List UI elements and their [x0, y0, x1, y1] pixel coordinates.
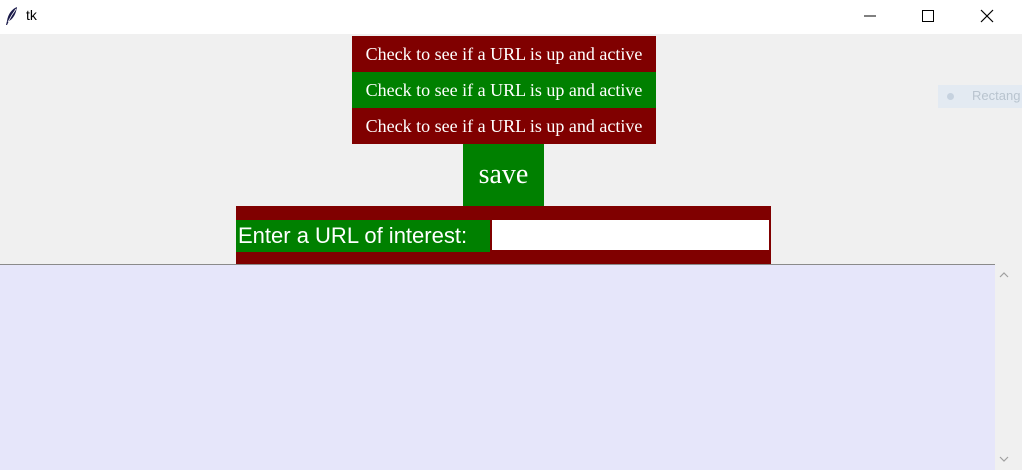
output-text-area[interactable] — [0, 264, 995, 470]
window-title: tk — [26, 7, 37, 23]
scroll-up-button[interactable] — [995, 266, 1013, 284]
minimize-icon — [864, 15, 876, 17]
close-button[interactable] — [958, 0, 1016, 32]
dot-icon — [947, 93, 954, 100]
chevron-up-icon — [999, 272, 1009, 278]
maximize-icon — [922, 10, 934, 22]
maximize-button[interactable] — [899, 0, 957, 32]
overlay-label: Rectang — [972, 88, 1021, 103]
save-button[interactable]: save — [463, 144, 544, 206]
check-url-button-2[interactable]: Check to see if a URL is up and active — [352, 72, 656, 108]
minimize-button[interactable] — [841, 0, 899, 32]
rectangle-tool-overlay: Rectang — [938, 85, 1022, 108]
tk-window: tk Check to see if a URL is up and activ… — [0, 0, 1022, 470]
url-input[interactable] — [492, 220, 769, 250]
vertical-scrollbar[interactable] — [995, 264, 1013, 470]
url-label: Enter a URL of interest: — [236, 220, 490, 252]
check-url-button-3[interactable]: Check to see if a URL is up and active — [352, 108, 656, 144]
scroll-down-button[interactable] — [995, 450, 1013, 468]
title-bar[interactable]: tk — [0, 0, 1022, 34]
check-url-button-1[interactable]: Check to see if a URL is up and active — [352, 36, 656, 72]
chevron-down-icon — [999, 456, 1009, 462]
close-icon — [980, 9, 994, 23]
feather-icon — [6, 7, 17, 25]
